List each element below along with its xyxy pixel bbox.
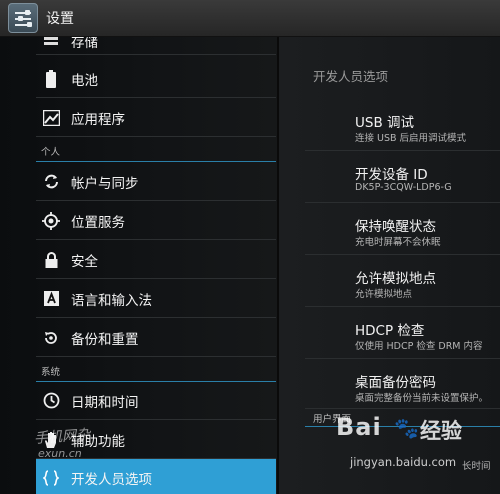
section-header-system: 系统 [36, 358, 276, 382]
sidebar-item-language[interactable]: 语言和输入法 [36, 280, 276, 318]
pref-summary: 长时间 [462, 461, 491, 472]
pref-usb-debugging[interactable]: USB 调试 连接 USB 后启用调试模式 [305, 99, 500, 151]
pref-stay-awake[interactable]: 保持唤醒状态 充电时屏幕不会休眠 [305, 203, 500, 255]
watermark-text: 手机网杂 [33, 427, 91, 447]
pref-backup-password[interactable]: 桌面备份密码 桌面完整备份当前未设置保护。 [305, 359, 500, 409]
pref-title: USB 调试 [355, 115, 415, 131]
sidebar-item-developer[interactable]: 开发人员选项 [36, 459, 276, 494]
battery-icon [42, 69, 60, 88]
pref-summary: 桌面完整备份当前未设置保护。 [355, 393, 489, 404]
sidebar-item-label: 安全 [71, 253, 98, 270]
watermark-site-url: jingyan.baidu.com [350, 455, 457, 469]
sidebar-item-location[interactable]: 位置服务 [36, 202, 276, 240]
sidebar-item-battery[interactable]: 电池 [36, 60, 276, 98]
storage-icon [42, 37, 60, 50]
panel-title: 开发人员选项 [313, 69, 389, 84]
sidebar-item-label: 帐户与同步 [71, 175, 139, 192]
sidebar-item-label: 语言和输入法 [71, 292, 152, 309]
backup-icon [42, 329, 60, 347]
sidebar-item-label: 备份和重置 [71, 331, 139, 348]
sidebar-item-label: 存储 [71, 37, 98, 51]
watermark-url: exun.cn [38, 447, 82, 460]
baidu-watermark-logo: Bai [336, 413, 382, 441]
sync-icon [42, 173, 60, 191]
sidebar-item-apps[interactable]: 应用程序 [36, 99, 276, 137]
pref-title: 允许模拟地点 [355, 271, 436, 287]
pref-summary: 仅使用 HDCP 检查 DRM 内容 [355, 341, 483, 352]
sidebar-item-datetime[interactable]: 日期和时间 [36, 382, 276, 420]
pref-hdcp-check[interactable]: HDCP 检查 仅使用 HDCP 检查 DRM 内容 [305, 307, 500, 359]
lock-icon [42, 251, 60, 269]
jingyan-watermark-text: 经验 [420, 419, 462, 443]
braces-icon [42, 469, 60, 487]
sidebar-item-label: 电池 [71, 72, 98, 89]
sidebar-item-storage[interactable]: 存储 [36, 37, 276, 55]
location-icon [42, 211, 60, 230]
section-header-personal: 个人 [36, 138, 276, 162]
sidebar-item-label: 日期和时间 [71, 394, 139, 411]
sidebar-item-label: 应用程序 [71, 111, 125, 128]
pref-title: 保持唤醒状态 [355, 219, 436, 235]
clock-icon [42, 392, 60, 410]
settings-sliders-icon[interactable] [8, 3, 38, 33]
sidebar-item-label: 位置服务 [71, 214, 125, 231]
keyboard-icon [42, 290, 60, 308]
pref-mock-location[interactable]: 允许模拟地点 允许模拟地点 [305, 255, 500, 307]
pref-summary: 连接 USB 后启用调试模式 [355, 133, 467, 144]
pref-title: 开发设备 ID [355, 167, 428, 183]
page-title: 设置 [46, 11, 74, 27]
pref-device-id[interactable]: 开发设备 ID DK5P-3CQW-LDP6-G [305, 151, 500, 203]
pref-summary: DK5P-3CQW-LDP6-G [355, 182, 452, 193]
apps-icon [42, 109, 60, 127]
sidebar-item-backup[interactable]: 备份和重置 [36, 319, 276, 357]
pref-title: 桌面备份密码 [355, 375, 436, 391]
paw-icon: 🐾 [394, 416, 419, 440]
developer-options-panel: 开发人员选项 USB 调试 连接 USB 后启用调试模式 开发设备 ID DK5… [279, 37, 500, 494]
sidebar-item-security[interactable]: 安全 [36, 241, 276, 279]
pref-summary: 充电时屏幕不会休眠 [355, 237, 441, 248]
pref-title: HDCP 检查 [355, 323, 425, 339]
sidebar-item-accounts[interactable]: 帐户与同步 [36, 163, 276, 201]
pref-summary: 允许模拟地点 [355, 289, 413, 300]
sidebar-item-label: 开发人员选项 [71, 472, 152, 488]
action-bar: 设置 [0, 0, 500, 37]
settings-list: 存储 电池 应用程序 个人 帐户与同步 位置服务 安全 语言和输入法 备份和重置… [0, 37, 277, 494]
